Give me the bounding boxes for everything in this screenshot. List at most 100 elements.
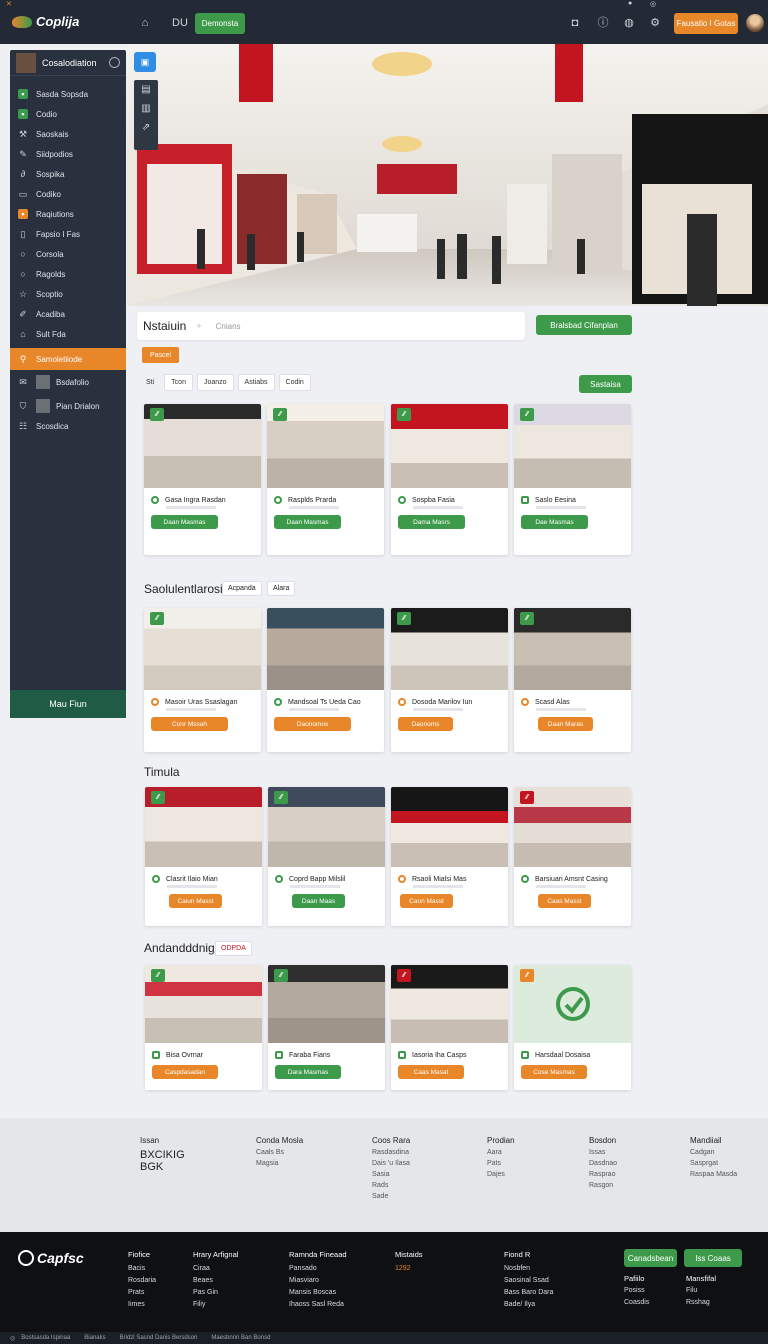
store-card[interactable]: ⁄⁄ Coprd Bapp Milslil Daan Maas — [268, 787, 385, 926]
footer-link[interactable]: Rasgon — [589, 1182, 617, 1189]
footer-bar-link[interactable]: Bridzl Sasnd Danis Bersdson — [120, 1335, 198, 1341]
card-button[interactable]: Cose Masmas — [521, 1065, 587, 1079]
sidebar-item-5[interactable]: ▭ Codiko — [10, 184, 126, 204]
footer-link[interactable]: Caals Bs — [256, 1149, 303, 1156]
card-button[interactable]: Caiun Masst — [169, 894, 222, 908]
section-4-tag[interactable]: ODPDA — [215, 941, 252, 956]
card-button[interactable]: Dara Masmas — [275, 1065, 341, 1079]
close-icon[interactable]: ✕ — [6, 0, 12, 8]
store-card[interactable]: ⁄⁄ Scasd Alas Daan Maras — [514, 608, 631, 752]
footer-link[interactable]: Ihaoss Sasl Reda — [289, 1301, 347, 1308]
footer-link[interactable]: Mansis Boscas — [289, 1289, 347, 1296]
card-button[interactable]: Daan Masmas — [151, 515, 218, 529]
footer-link[interactable]: BXCIKIG — [140, 1149, 185, 1161]
card-button[interactable]: Dama Masrs — [398, 515, 465, 529]
sidebar-item-16[interactable]: ☷ Scosdica — [10, 416, 126, 436]
footer-link[interactable]: BGK — [140, 1161, 185, 1173]
sidebar-item-6[interactable]: ▪ Raqiutions — [10, 204, 126, 224]
settings-icon[interactable]: ⚙ — [648, 16, 662, 30]
store-card[interactable]: ⁄⁄ Barsiuari Amsnt Casing Caas Masst — [514, 787, 631, 926]
bookmark-icon[interactable]: ◘ — [568, 16, 582, 30]
footer-bar-link[interactable]: Maesbnnn Ban Bonsd — [211, 1335, 270, 1341]
footer-link[interactable]: Filiy — [193, 1301, 238, 1308]
footer-link[interactable]: Bacis — [128, 1265, 156, 1272]
calendar-icon[interactable]: ▤ — [134, 84, 158, 95]
card-button[interactable]: Caspdasadan — [152, 1065, 218, 1079]
footer-link[interactable]: Prats — [128, 1289, 156, 1296]
card-button[interactable]: Daan Maras — [538, 717, 593, 731]
cta-button[interactable]: Bralsbad Cifanplan — [536, 315, 632, 335]
demo-button[interactable]: Demonsta — [195, 13, 245, 34]
footer-link[interactable]: Rasprao — [589, 1171, 617, 1178]
footer-button-2[interactable]: Iss Coaas — [684, 1249, 742, 1267]
section-2-chip[interactable]: Acpanda — [222, 581, 262, 596]
sidebar-toggle-icon[interactable] — [109, 57, 120, 68]
footer-link[interactable]: Dasdnao — [589, 1160, 617, 1167]
app-logo[interactable]: Coplija — [12, 14, 79, 29]
sidebar-item-3[interactable]: ✎ Siidpodios — [10, 144, 126, 164]
footer-link[interactable]: Dajes — [487, 1171, 515, 1178]
footer-link[interactable]: Beaes — [193, 1277, 238, 1284]
add-icon[interactable]: + — [196, 321, 201, 331]
card-button[interactable]: Conr Mssah — [151, 717, 228, 731]
sidebar-item-11[interactable]: ✐ Acadiba — [10, 304, 126, 324]
card-button[interactable]: Caon Masst — [400, 894, 453, 908]
footer-link[interactable]: Pansado — [289, 1265, 347, 1272]
card-button[interactable]: Caas Masst — [538, 894, 591, 908]
footer-link[interactable]: Filu — [686, 1287, 716, 1294]
user-avatar[interactable] — [746, 14, 764, 32]
footer-link[interactable]: Posiss — [624, 1287, 649, 1294]
image-icon[interactable]: ▥ — [134, 103, 158, 114]
footer-link[interactable]: Aara — [487, 1149, 515, 1156]
footer-bar-link[interactable]: Bostsasda Ispinaa — [21, 1335, 70, 1341]
store-card[interactable]: Mandsoal Ts Ueda Cao Daonomos — [267, 608, 384, 752]
filter-tag[interactable]: Pascel — [142, 347, 179, 363]
footer-link[interactable]: Pas Gin — [193, 1289, 238, 1296]
sidebar-item-9[interactable]: ○ Ragolds — [10, 264, 126, 284]
save-button[interactable]: Sastaisa — [579, 375, 632, 393]
info-icon[interactable]: ⓘ — [596, 16, 610, 30]
chip-0[interactable]: Sti — [140, 374, 160, 391]
footer-link[interactable]: Miasviaro — [289, 1277, 347, 1284]
footer-button-1[interactable]: Canadsbean — [624, 1249, 677, 1267]
card-button[interactable]: Daonomos — [274, 717, 351, 731]
top-tab[interactable]: DU — [170, 16, 190, 30]
store-card[interactable]: ⁄⁄ Sospba Fasia Dama Masrs — [391, 404, 508, 555]
bell-icon[interactable]: ◍ — [622, 16, 636, 30]
store-card[interactable]: ⁄⁄ Masoir Uras Ssaslagan Conr Mssah — [144, 608, 261, 752]
store-card[interactable]: ⁄⁄ Bisa Ovrnar Caspdasadan — [145, 965, 262, 1090]
card-button[interactable]: Daonoms — [398, 717, 453, 731]
footer-link[interactable]: Rasdasdina — [372, 1149, 410, 1156]
footer-link[interactable]: Sade — [372, 1193, 410, 1200]
card-button[interactable]: Dae Masmas — [521, 515, 588, 529]
tool-active-icon[interactable]: ▣ — [134, 52, 156, 72]
footer-link[interactable]: Sasprgat — [690, 1160, 737, 1167]
sidebar-item-1[interactable]: ▪ Codio — [10, 104, 126, 124]
footer-link[interactable]: Sasia — [372, 1171, 410, 1178]
store-card[interactable]: ⁄⁄ Dosoda Marilov Iun Daonoms — [391, 608, 508, 752]
footer-link[interactable]: Issas — [589, 1149, 617, 1156]
card-button[interactable]: Caas Masat — [398, 1065, 464, 1079]
footer-link[interactable]: Bade/ Ilya — [504, 1301, 553, 1308]
footer-link[interactable]: Magsia — [256, 1160, 303, 1167]
store-card[interactable]: ⁄⁄ Rasplds Prarda Daan Masmas — [267, 404, 384, 555]
sidebar-item-13[interactable]: ⚲ Samoletiiode — [10, 348, 126, 370]
footer-link[interactable]: Iimes — [128, 1301, 156, 1308]
card-button[interactable]: Daan Masmas — [274, 515, 341, 529]
sidebar-item-7[interactable]: ▯ Fapsio I Fas — [10, 224, 126, 244]
footer-bar-link[interactable]: Bianaks — [84, 1335, 105, 1341]
footer-link[interactable]: Pats — [487, 1160, 515, 1167]
search-bar[interactable]: Nstaiuin + Cnians — [137, 312, 525, 340]
footer-link[interactable]: Dais 'u Ilasa — [372, 1160, 410, 1167]
footer-link[interactable]: Cadgan — [690, 1149, 737, 1156]
sidebar-item-0[interactable]: ▪ Sasda Sopsda — [10, 84, 126, 104]
store-card[interactable]: Rsaoli Mialsi Mas Caon Masst — [391, 787, 508, 926]
share-icon[interactable]: ⇗ — [134, 122, 158, 133]
chip-4[interactable]: Codin — [278, 374, 311, 391]
card-button[interactable]: Daan Maas — [292, 894, 345, 908]
store-card[interactable]: ⁄⁄ Saslo Eesina Dae Masmas — [514, 404, 631, 555]
footer-link[interactable]: Nosbfen — [504, 1265, 553, 1272]
footer-logo[interactable]: Capfsc — [18, 1250, 84, 1266]
sidebar-item-15[interactable]: ⛉ Pian Drialon — [10, 396, 126, 416]
store-card[interactable]: ⁄⁄ Clasrit Ilaio Mian Caiun Masst — [145, 787, 262, 926]
